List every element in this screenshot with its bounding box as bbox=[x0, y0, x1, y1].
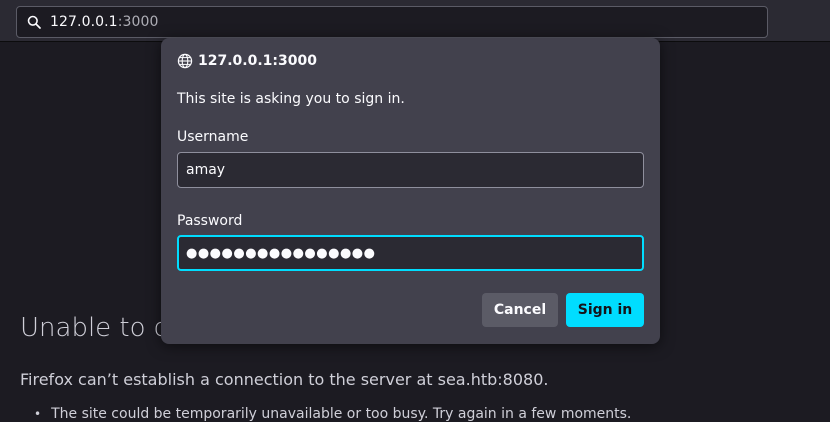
url-bar[interactable]: 127.0.0.1:3000 bbox=[16, 6, 768, 38]
password-field[interactable]: ●●●●●●●●●●●●●●●● bbox=[177, 235, 644, 271]
password-value: ●●●●●●●●●●●●●●●● bbox=[186, 245, 376, 261]
url-host: 127.0.0.1 bbox=[50, 14, 118, 30]
dialog-origin: 127.0.0.1:3000 bbox=[198, 53, 317, 69]
username-field[interactable]: amay bbox=[177, 152, 644, 188]
cancel-button[interactable]: Cancel bbox=[482, 293, 558, 327]
error-bullet-item: • The site could be temporarily unavaila… bbox=[34, 406, 631, 422]
username-value: amay bbox=[186, 162, 226, 178]
error-title: Unable to co bbox=[20, 313, 184, 343]
username-label: Username bbox=[177, 129, 249, 145]
dialog-message: This site is asking you to sign in. bbox=[177, 91, 405, 107]
password-label: Password bbox=[177, 213, 243, 229]
error-description: Firefox can’t establish a connection to … bbox=[20, 370, 549, 389]
bullet-dot: • bbox=[34, 407, 42, 421]
sign-in-button[interactable]: Sign in bbox=[566, 293, 644, 327]
browser-toolbar: 127.0.0.1:3000 bbox=[0, 0, 830, 42]
auth-dialog: 127.0.0.1:3000 This site is asking you t… bbox=[161, 38, 660, 344]
error-bullet-text: The site could be temporarily unavailabl… bbox=[51, 406, 632, 422]
url-text[interactable]: 127.0.0.1:3000 bbox=[50, 14, 159, 30]
globe-icon bbox=[177, 53, 193, 69]
dialog-header: 127.0.0.1:3000 bbox=[177, 53, 317, 69]
url-port: :3000 bbox=[117, 14, 159, 30]
search-icon bbox=[26, 14, 42, 30]
